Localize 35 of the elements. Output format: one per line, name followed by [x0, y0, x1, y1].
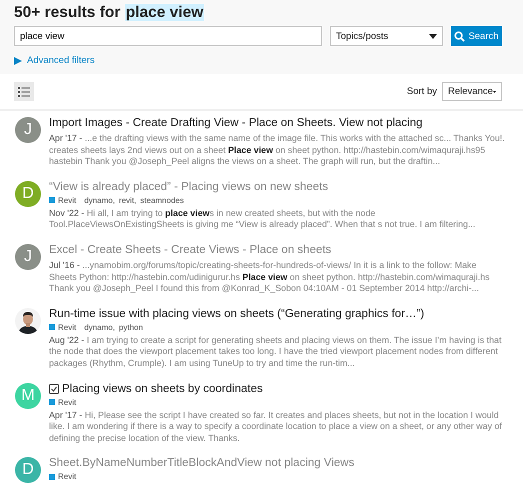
user-avatar[interactable] [15, 308, 41, 334]
caret-icon [492, 90, 496, 94]
result-excerpt: Jul '16 - ...ynamobim.org/forums/topic/creating-sheets-for-hundreds-of-views/ In it is a link to the follow: Make Sheets Python: http://hastebin.com/udinigurur.hs Place view on sheet python. http://hastebin.com/wimaquraji.hs Thank you @Joseph_Peel I found this from @Konrad_K_Sobon 04:10AM - 01 September 2014 http://archi-... [49, 260, 491, 295]
search-button[interactable]: Search [451, 26, 502, 46]
result-excerpt: Apr '17 - ...e the drafting views with the same name of the image file. This works with the attached sc... Thanks You!. creates sheets lays 2nd views out on a sheet Place view on sheet python. http://hastebin.com/wimaquraji.hs95 hastebin Thank you @Joseph_Peel aligns the views on a sheet. The graph will run, but the draftin... [49, 133, 506, 168]
result-excerpt: Nov '22 - Hi all, I am trying to place views in new created sheets, but with the node Tool.PlaceViewsOnExistingSheets is giving me “View is already placed”. When that s not true. I am filtering... [49, 208, 476, 231]
tag-link[interactable]: dynamo, [84, 322, 115, 333]
result-title-link[interactable]: Import Images - Create Drafting View - Place on Sheets. View not placing [49, 115, 423, 131]
result-excerpt: Apr '17 - Hi, Please see the script I have created so far. It creates and places sheets, but not in the location I would like. I am wondering if there is a way to specify a coordinate location to place a view on a sheet, or any other way of defining the precise location of the view. Thanks. [49, 410, 503, 444]
list-icon [18, 86, 30, 96]
category-link[interactable]: Revit [49, 194, 76, 206]
result-title-link[interactable]: Excel - Create Sheets - Create Views - Place on sheets [49, 242, 332, 258]
tag-link[interactable]: dynamo, [84, 194, 115, 206]
results-heading: 50+ results for [14, 4, 120, 21]
search-icon [454, 30, 466, 42]
tag-link[interactable]: python [118, 322, 143, 333]
caret-icon [429, 34, 437, 38]
result-title-link[interactable]: “View is already placed” - Placing views on new sheets [49, 178, 328, 195]
advanced-filters-link[interactable]: Advanced filters [27, 55, 95, 66]
category-link[interactable]: Revit [49, 471, 76, 482]
result-title-link[interactable]: Placing views on sheets by coordinates [62, 380, 263, 397]
category-link[interactable]: Revit [49, 396, 76, 408]
tag-link[interactable]: revit, [118, 194, 136, 206]
search-field[interactable]: place view [14, 26, 322, 46]
result-title-link[interactable]: Run-time issue with placing views on sheets (“Generating graphics for…”) [49, 306, 424, 322]
scope-dropdown[interactable]: Topics/posts [330, 26, 443, 46]
category-link[interactable]: Revit [49, 322, 76, 333]
list-view-button[interactable] [14, 82, 34, 101]
sort-dropdown[interactable]: Relevance [442, 82, 502, 101]
result-title-link[interactable]: Sheet.ByNameNumberTitleBlockAndView not placing Views [49, 455, 354, 472]
sort-label: Sort by [406, 86, 437, 97]
expand-triangle-icon[interactable] [14, 56, 22, 64]
result-excerpt: Aug '22 - I am trying to create a script for generating sheets and placing views on them. The issue I’m having is that the node that does the viewport placement takes too long. I have the tried viewport placement nodes from different packages (Rhythm, Crumple). I am using TuneUp to try and time the run-tim... [49, 334, 502, 370]
search-term-highlight: place view [124, 4, 204, 21]
tag-link[interactable]: steamnodes [140, 194, 184, 206]
